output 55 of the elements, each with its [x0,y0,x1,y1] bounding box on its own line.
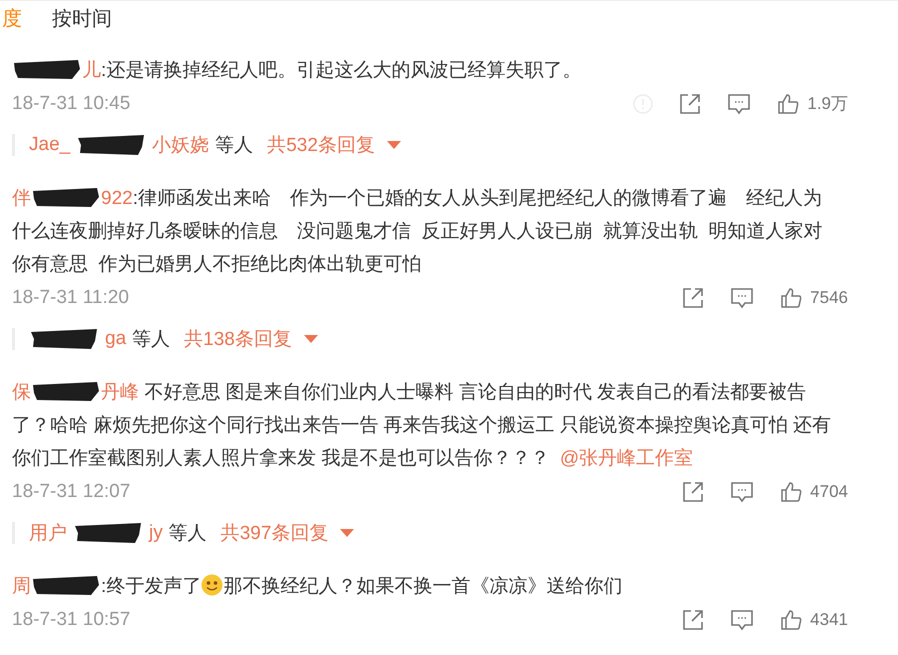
thumbs-up-icon[interactable] [780,286,802,308]
share-icon[interactable] [679,92,702,114]
redaction-mark [29,327,99,351]
sort-tab[interactable]: 度 [2,4,22,32]
caret-icon[interactable] [304,335,318,343]
share-icon[interactable] [682,286,704,308]
user-name[interactable]: jy [149,522,163,544]
comment-text: 周 :终于发声了 那不换经纪人？如果不换一首《凉凉》送给你们 [12,570,837,603]
share-icon[interactable] [682,480,704,502]
thumbs-up-icon[interactable] [780,608,802,630]
comment-time: 18-7-31 10:57 [12,608,130,630]
comment-icon[interactable] [730,480,754,502]
comment-time: 18-7-31 10:45 [12,92,130,114]
user-name[interactable]: 周 [12,576,31,597]
reply-count-link[interactable]: 共138条回复 [184,326,292,352]
user-name[interactable]: 伴 [12,188,31,209]
redaction-mark [31,573,101,597]
others-label: 等人 [215,134,254,158]
like-count: 7546 [810,288,848,308]
redaction-mark [76,133,146,157]
user-name[interactable]: 保 [12,382,31,403]
comment-text: 儿:还是请换掉经纪人吧。引起这么大的风波已经算失职了。 [12,54,837,87]
user-name[interactable]: Jae_ [29,134,70,156]
reply-count-link[interactable]: 共532条回复 [267,132,375,158]
share-icon[interactable] [682,608,704,630]
redaction-mark [31,379,101,403]
others-label: 等人 [168,522,207,546]
user-name[interactable]: ga [105,328,126,350]
redaction-mark [73,521,143,545]
like-count: 4341 [810,610,848,630]
user-name[interactable]: 小妖娆 [152,132,210,158]
thumbs-up-icon[interactable] [780,480,802,502]
caret-icon[interactable] [386,141,401,149]
others-label: 等人 [132,328,170,352]
user-name[interactable]: 用户 [29,520,67,546]
redaction-mark [31,185,101,209]
sort-tab[interactable]: 按时间 [52,4,112,32]
mention-link[interactable]: @张丹峰工作室 [560,448,694,469]
user-name[interactable]: 丹峰 [101,382,139,403]
comment-icon[interactable] [730,608,754,630]
user-name[interactable]: 922 [101,188,133,209]
comment-text: 伴 922:律师函发出来哈 作为一个已婚的女人从头到尾把经纪人的微博看了遍 经纪人为什么连夜删掉好几条暧昧的信息 没问题鬼才信 反正好男人人设已崩 就算没出轨 明知道人家对你有意思 作为已婚男人不拒绝比肉体出轨更可怕 [12,182,837,281]
smiley-icon [201,574,224,596]
reply-count-link[interactable]: 共397条回复 [220,520,328,546]
user-name[interactable]: 儿 [82,60,101,81]
comment-icon[interactable] [727,92,752,114]
comment-time: 18-7-31 12:07 [12,480,130,502]
like-count: 1.9万 [807,93,848,115]
comment-icon[interactable] [730,286,754,308]
comment-time: 18-7-31 11:20 [12,286,129,308]
redaction-mark [12,57,82,81]
caret-icon[interactable] [340,529,354,537]
thumbs-up-icon[interactable] [777,92,800,114]
like-count: 4704 [810,482,848,502]
comment-text: 保 丹峰 不好意思 图是来自你们业内人士曝料 言论自由的时代 发表自己的看法都要被告了？哈哈 麻烦先把你这个同行找出来告一告 再来告我这个搬运工 只能说资本操控舆论真可怕 还有你们工作室截图别人素人照片拿来发 我是不是也可以告你？？？ @张丹峰工作室 [12,376,837,475]
